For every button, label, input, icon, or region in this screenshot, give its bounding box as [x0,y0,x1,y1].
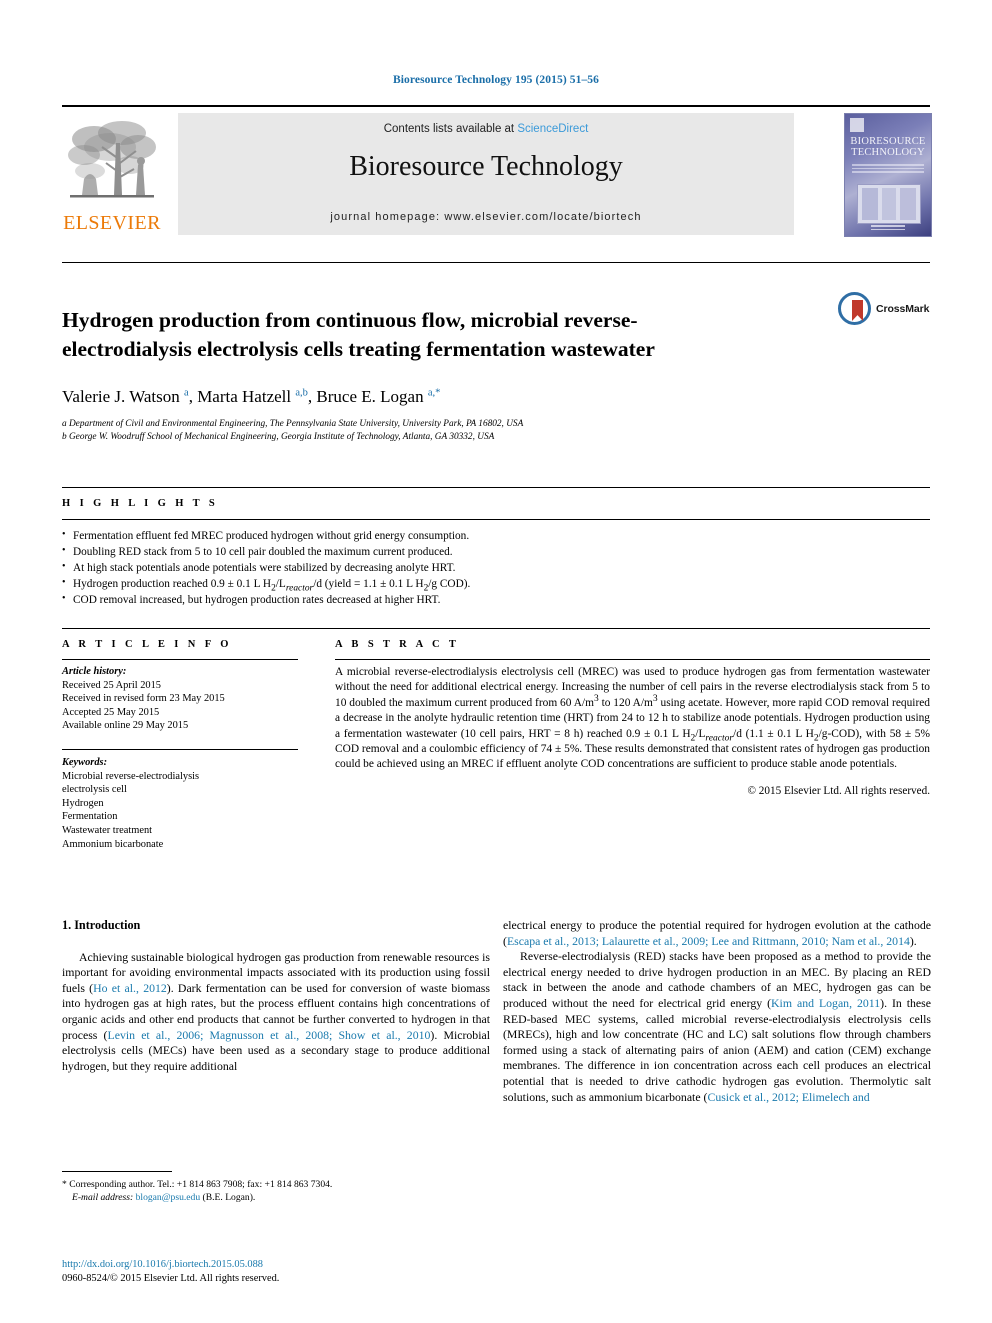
journal-cover-thumbnail[interactable]: BIORESOURCE TECHNOLOGY [844,113,932,237]
list-item: electrolysis cell [62,784,127,796]
sciencedirect-link[interactable]: ScienceDirect [517,123,588,135]
corresponding-author-footnote: * Corresponding author. Tel.: +1 814 863… [62,1178,482,1204]
abstract-heading: A B S T R A C T [335,639,460,650]
email-link[interactable]: blogan@psu.edu [136,1192,201,1203]
info-top-rule [62,628,930,629]
affiliation-b: b George W. Woodruff School of Mechanica… [62,431,495,442]
abstract-under-rule [335,659,930,660]
intro-column-right: electrical energy to produce the potenti… [503,918,931,1105]
list-item: COD removal increased, but hydrogen prod… [62,591,662,608]
running-head: Bioresource Technology 195 (2015) 51–56 [392,74,599,86]
cover-title-line1: BIORESOURCE [850,136,926,147]
abstract-copyright: © 2015 Elsevier Ltd. All rights reserved… [747,784,931,797]
elsevier-wordmark: ELSEVIER [63,212,161,234]
author-list: Valerie J. Watson a, Marta Hatzell a,b, … [62,387,441,406]
article-info-heading: A R T I C L E I N F O [62,639,232,650]
list-item: Accepted 25 May 2015 [62,706,160,718]
footnote-rule [62,1171,172,1172]
journal-article-page: Bioresource Technology 195 (2015) 51–56 [0,0,992,1323]
keywords-divider [62,748,298,750]
journal-band: Contents lists available at ScienceDirec… [178,113,794,235]
list-item: Received in revised form 23 May 2015 [62,693,225,705]
intro-paragraph-1-cont: electrical energy to produce the potenti… [503,918,931,948]
cover-subtitle-lines [852,162,924,178]
contents-prefix: Contents lists available at [383,123,515,135]
article-history-list: Received 25 April 2015 Received in revise… [62,679,298,733]
elsevier-logo: ELSEVIER [62,113,162,237]
doi-link[interactable]: http://dx.doi.org/10.1016/j.biortech.201… [62,1258,492,1272]
masthead-top-rule [62,105,930,107]
list-item: At high stack potentials anode potential… [62,559,662,576]
title-top-rule [62,262,930,263]
list-item: Hydrogen [62,797,104,809]
keywords-list: Microbial reverse-electrodialysis electro… [62,770,298,852]
keywords-label: Keywords: [62,756,108,768]
page-title: Hydrogen production from continuous flow… [62,308,655,362]
highlights-heading: H I G H L I G H T S [62,498,219,509]
cover-title: BIORESOURCE TECHNOLOGY [845,136,931,158]
elsevier-tree-icon [64,113,160,209]
article-info-block: Article history: Received 25 April 2015 R… [62,665,298,851]
intro-column-left: 1. Introduction Achieving sustainable bi… [62,918,490,1074]
journal-masthead: ELSEVIER Contents lists available at Sci… [62,105,932,237]
highlights-list: Fermentation effluent fed MREC produced … [62,527,662,608]
list-item: Fermentation effluent fed MREC produced … [62,527,662,544]
footer-doi-block: http://dx.doi.org/10.1016/j.biortech.201… [62,1258,492,1285]
journal-homepage-link[interactable]: journal homepage: www.elsevier.com/locat… [178,211,794,223]
crossmark-badge[interactable]: CrossMark [838,292,930,326]
intro-paragraph-1: Achieving sustainable biological hydroge… [62,949,490,1073]
highlights-under-rule [62,519,930,520]
list-item: Microbial reverse-electrodialysis [62,770,200,782]
list-item: Received 25 April 2015 [62,679,161,691]
journal-title: Bioresource Technology [349,151,623,182]
corresponding-author-line: * Corresponding author. Tel.: +1 814 863… [62,1179,333,1190]
crossmark-label: CrossMark [876,303,930,315]
list-item: Wastewater treatment [62,824,153,836]
section-heading-introduction: 1. Introduction [62,918,141,932]
article-history-label: Article history: [62,666,127,677]
list-item: Available online 29 May 2015 [62,720,189,732]
list-item: Ammonium bicarbonate [62,838,164,850]
abstract-text: A microbial reverse-electrodialysis elec… [335,666,931,771]
highlights-top-rule [62,487,930,488]
email-label: E-mail address: [72,1192,134,1203]
contents-available-line: Contents lists available at ScienceDirec… [178,123,794,135]
abstract-block: A microbial reverse-electrodialysis elec… [335,665,930,799]
email-owner: (B.E. Logan). [202,1192,256,1203]
crossmark-ribbon-icon [852,300,863,321]
article-info-under-rule [62,659,298,660]
list-item: Hydrogen production reached 0.9 ± 0.1 L … [62,575,662,593]
affiliation-list: a Department of Civil and Environmental … [62,418,822,443]
cover-footer-lines [845,223,931,232]
affiliation-a: a Department of Civil and Environmental … [62,419,524,429]
list-item: Doubling RED stack from 5 to 10 cell pai… [62,543,662,560]
cover-title-line2: TECHNOLOGY [851,147,925,158]
list-item: Fermentation [62,811,118,823]
crossmark-circle-icon [838,292,871,325]
cover-elsevier-icon [850,118,864,132]
issn-copyright-line: 0960-8524/© 2015 Elsevier Ltd. All right… [62,1272,280,1284]
intro-paragraph-2: Reverse-electrodialysis (RED) stacks hav… [503,949,931,1104]
cover-figure [857,184,921,224]
